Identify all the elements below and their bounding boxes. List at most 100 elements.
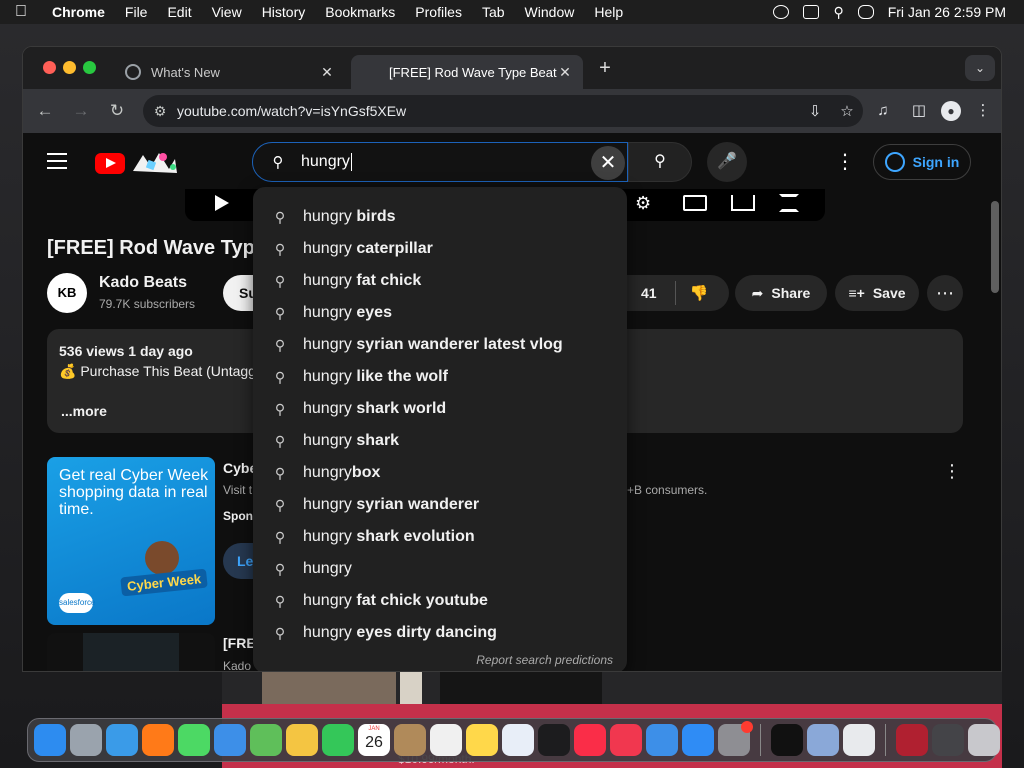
suggestion-item[interactable]: ⚲ hungry syrian wanderer latest vlog bbox=[253, 329, 627, 361]
launchpad-icon[interactable] bbox=[70, 724, 102, 756]
dislike-icon[interactable]: 👎 bbox=[690, 284, 709, 302]
menu-edit[interactable]: Edit bbox=[157, 4, 201, 20]
miniplayer-icon[interactable] bbox=[683, 195, 707, 211]
site-info-icon[interactable]: ⚙ bbox=[143, 103, 177, 120]
more-actions-button[interactable]: ⋯ bbox=[927, 275, 963, 311]
clear-search-button[interactable]: ✕ bbox=[591, 146, 625, 180]
menu-clock[interactable]: Fri Jan 26 2:59 PM bbox=[888, 4, 1006, 20]
menu-window[interactable]: Window bbox=[515, 4, 585, 20]
play-icon[interactable] bbox=[215, 195, 229, 211]
menu-view[interactable]: View bbox=[202, 4, 252, 20]
maps-icon[interactable] bbox=[250, 724, 282, 756]
messages-icon[interactable] bbox=[178, 724, 210, 756]
save-button[interactable]: ≡+ Save bbox=[835, 275, 919, 311]
menu-profiles[interactable]: Profiles bbox=[405, 4, 472, 20]
notes-icon[interactable] bbox=[466, 724, 498, 756]
ad-menu-icon[interactable]: ⋮ bbox=[943, 461, 961, 482]
search-input[interactable]: hungry bbox=[293, 153, 627, 171]
facetime-icon[interactable] bbox=[322, 724, 354, 756]
forward-button[interactable]: → bbox=[67, 97, 95, 125]
firefox-icon[interactable] bbox=[142, 724, 174, 756]
suggestion-item[interactable]: ⚲ hungry syrian wanderer bbox=[253, 489, 627, 521]
screenshot-icon[interactable] bbox=[932, 724, 964, 756]
tab-close-icon[interactable]: ✕ bbox=[319, 64, 335, 81]
news-icon[interactable] bbox=[610, 724, 642, 756]
zoom-window-button[interactable] bbox=[83, 61, 96, 74]
menu-help[interactable]: Help bbox=[584, 4, 633, 20]
related-video-title[interactable]: [FRE bbox=[223, 635, 256, 651]
fullscreen-icon[interactable] bbox=[779, 194, 799, 212]
install-app-icon[interactable]: ⇩ bbox=[799, 102, 831, 120]
minimize-window-button[interactable] bbox=[63, 61, 76, 74]
chrome-menu-icon[interactable]: ⋮ bbox=[969, 97, 997, 125]
search-box[interactable]: ⚲ hungry bbox=[252, 142, 628, 182]
calendar-icon[interactable]: JAN 26 bbox=[358, 724, 390, 756]
now-playing-icon[interactable] bbox=[773, 5, 790, 19]
tab-close-icon[interactable]: ✕ bbox=[557, 64, 573, 81]
menu-bookmarks[interactable]: Bookmarks bbox=[315, 4, 405, 20]
virtualbox-icon[interactable] bbox=[807, 724, 839, 756]
sign-in-button[interactable]: Sign in bbox=[873, 144, 971, 180]
mail-icon[interactable] bbox=[214, 724, 246, 756]
suggestion-item[interactable]: ⚲ hungry fat chick youtube bbox=[253, 585, 627, 617]
menu-app-name[interactable]: Chrome bbox=[42, 4, 115, 20]
suggestion-item[interactable]: ⚲ hungry like the wolf bbox=[253, 361, 627, 393]
menu-history[interactable]: History bbox=[252, 4, 316, 20]
suggestion-item[interactable]: ⚲ hungry box bbox=[253, 457, 627, 489]
search-button[interactable]: ⚲ bbox=[628, 142, 692, 182]
ad-thumbnail[interactable]: Get real Cyber Week shopping data in rea… bbox=[47, 457, 215, 625]
player-settings-icon[interactable]: ⚙ bbox=[635, 193, 655, 213]
url-text[interactable]: youtube.com/watch?v=isYnGsf5XEw bbox=[177, 103, 799, 119]
show-more-link[interactable]: ...more bbox=[61, 403, 107, 419]
control-center-icon[interactable] bbox=[857, 5, 874, 19]
suggestion-item[interactable]: ⚲ hungry shark world bbox=[253, 393, 627, 425]
spotlight-search-icon[interactable]: ⚲ bbox=[833, 4, 843, 21]
back-button[interactable]: ← bbox=[31, 97, 59, 125]
close-window-button[interactable] bbox=[43, 61, 56, 74]
suggestion-item[interactable]: ⚲ hungry eyes bbox=[253, 297, 627, 329]
voice-search-button[interactable]: 🎤 bbox=[707, 142, 747, 182]
freeform-icon[interactable] bbox=[502, 724, 534, 756]
reload-button[interactable]: ↻ bbox=[103, 97, 131, 125]
profile-avatar-icon[interactable]: ● bbox=[941, 101, 961, 121]
related-video-thumbnail[interactable] bbox=[47, 633, 215, 671]
chrome-icon[interactable] bbox=[843, 724, 875, 756]
keynote-icon[interactable] bbox=[646, 724, 678, 756]
page-scrollbar[interactable] bbox=[991, 201, 999, 293]
suggestion-item[interactable]: ⚲ hungry eyes dirty dancing bbox=[253, 617, 627, 649]
report-predictions-link[interactable]: Report search predictions bbox=[476, 653, 613, 667]
guide-menu-icon[interactable] bbox=[47, 153, 67, 169]
tab-search-button[interactable]: ⌄ bbox=[965, 55, 995, 81]
tab-whats-new[interactable]: What's New ✕ bbox=[115, 55, 345, 89]
suggestion-item[interactable]: ⚲ hungry fat chick bbox=[253, 265, 627, 297]
suggestion-item[interactable]: ⚲ hungry caterpillar bbox=[253, 233, 627, 265]
menu-file[interactable]: File bbox=[115, 4, 158, 20]
channel-avatar[interactable]: KB bbox=[47, 273, 87, 313]
photos-icon[interactable] bbox=[286, 724, 318, 756]
share-button[interactable]: ➦ Share bbox=[735, 275, 827, 311]
reminders-icon[interactable] bbox=[430, 724, 462, 756]
suggestion-item[interactable]: ⚲ hungry shark bbox=[253, 425, 627, 457]
bookmark-star-icon[interactable]: ☆ bbox=[831, 102, 863, 120]
menu-tab[interactable]: Tab bbox=[472, 4, 515, 20]
screen-mirroring-icon[interactable] bbox=[803, 5, 820, 19]
apple-tv-icon[interactable] bbox=[538, 724, 570, 756]
safari-icon[interactable] bbox=[106, 724, 138, 756]
wine-icon[interactable] bbox=[896, 724, 928, 756]
suggestion-item[interactable]: ⚲ hungry bbox=[253, 553, 627, 585]
music-icon[interactable] bbox=[574, 724, 606, 756]
side-panel-icon[interactable]: ◫ bbox=[905, 97, 933, 125]
like-count[interactable]: 41 bbox=[641, 285, 657, 301]
finder-icon[interactable] bbox=[34, 724, 66, 756]
new-tab-button[interactable]: + bbox=[595, 57, 615, 81]
app-store-icon[interactable] bbox=[682, 724, 714, 756]
channel-name[interactable]: Kado Beats bbox=[99, 274, 187, 292]
tab-youtube-video[interactable]: [FREE] Rod Wave Type Beat x ✕ bbox=[351, 55, 583, 165]
youtube-logo-icon[interactable] bbox=[95, 153, 125, 174]
settings-more-icon[interactable]: ⋮ bbox=[831, 147, 859, 177]
suggestion-item[interactable]: ⚲ hungry shark evolution bbox=[253, 521, 627, 553]
youtube-doodle-icon[interactable] bbox=[129, 149, 179, 177]
terminal-icon[interactable] bbox=[771, 724, 803, 756]
contacts-icon[interactable] bbox=[394, 724, 426, 756]
system-settings-icon[interactable] bbox=[718, 721, 753, 756]
